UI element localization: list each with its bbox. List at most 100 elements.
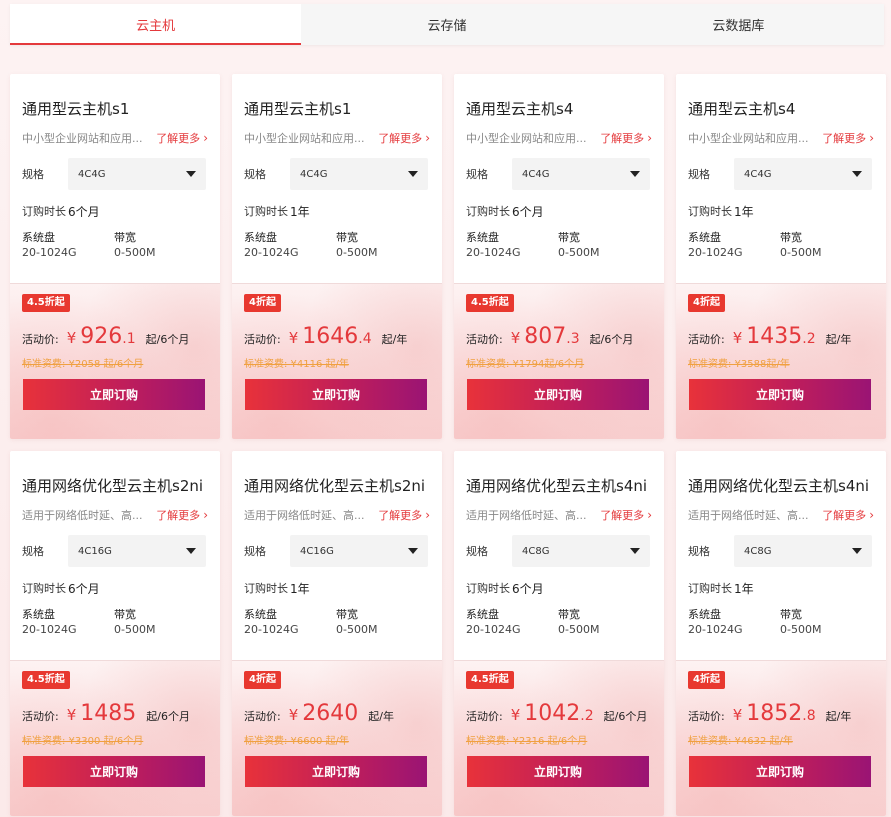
buy-now-button[interactable]: 立即订购 [245,379,427,410]
learn-more-link[interactable]: 了解更多 › [156,130,208,146]
disk-label: 系统盘 [466,608,499,621]
spec-value: 4C16G [300,545,334,557]
caret-down-icon [186,548,196,554]
desc-row: 适用于网络低时延、高... 了解更多 › [22,507,208,523]
price-row: 活动价: ¥ 1042 .2 起/6个月 [466,701,652,729]
learn-more-link[interactable]: 了解更多 › [600,130,652,146]
buy-now-button[interactable]: 立即订购 [467,379,649,410]
resource-row: 系统盘 20-1024G 带宽 0-500M [466,608,652,638]
price-panel: 4折起 活动价: ¥ 1646 .4 起/年 标准资费: ¥4116 起/年 立… [232,283,442,439]
price-period: 起/6个月 [146,710,190,723]
price-period: 起/年 [825,710,852,723]
learn-more-link[interactable]: 了解更多 › [822,507,874,523]
buy-now-button[interactable]: 立即订购 [23,756,205,787]
caret-down-icon [186,171,196,177]
price-period: 起/年 [825,333,852,346]
product-card: 通用型云主机s4 中小型企业网站和应用... 了解更多 › 规格 4C4G 订购… [454,74,664,439]
bandwidth-label: 带宽 [558,231,580,244]
spec-label: 规格 [22,545,44,558]
learn-more-link[interactable]: 了解更多 › [378,130,430,146]
price-period: 起/年 [381,333,408,346]
learn-more-link[interactable]: 了解更多 › [378,507,430,523]
duration-label: 订购时长 [466,205,510,218]
price-row: 活动价: ¥ 1435 .2 起/年 [688,324,874,352]
chevron-right-icon: › [647,131,652,145]
product-card: 通用型云主机s4 中小型企业网站和应用... 了解更多 › 规格 4C4G 订购… [676,74,886,439]
price-integer: 926 [80,324,123,349]
price-period: 起/6个月 [603,710,648,723]
standard-price: 标准资费: ¥6600 起/年 [244,736,349,747]
tab-cloud-host[interactable]: 云主机 [10,4,302,45]
currency-symbol: ¥ [288,329,299,347]
currency-symbol: ¥ [288,706,299,724]
bandwidth-label: 带宽 [336,608,358,621]
buy-now-button[interactable]: 立即订购 [23,379,205,410]
caret-down-icon [630,548,640,554]
learn-more-link[interactable]: 了解更多 › [822,130,874,146]
buy-now-button[interactable]: 立即订购 [245,756,427,787]
price-row: 活动价: ¥ 2640 起/年 [244,701,430,729]
disk-label: 系统盘 [688,231,721,244]
currency-symbol: ¥ [732,706,743,724]
spec-select[interactable]: 4C4G [512,158,650,190]
price-integer: 1485 [80,701,137,726]
spec-label: 规格 [22,168,44,181]
duration-value: 1年 [290,581,310,596]
learn-more-link[interactable]: 了解更多 › [156,507,208,523]
bandwidth-value: 0-500M [558,246,600,259]
price-integer: 1042 [524,701,581,726]
chevron-right-icon: › [647,508,652,522]
desc-row: 中小型企业网站和应用... 了解更多 › [466,130,652,146]
price-row: 活动价: ¥ 1852 .8 起/年 [688,701,874,729]
price-panel: 4.5折起 活动价: ¥ 807 .3 起/6个月 标准资费: ¥1794起/6… [454,283,664,439]
resource-row: 系统盘 20-1024G 带宽 0-500M [244,231,430,261]
price-panel: 4折起 活动价: ¥ 1852 .8 起/年 标准资费: ¥4632 起/年 立… [676,660,886,816]
bandwidth-value: 0-500M [780,623,822,636]
spec-label: 规格 [466,545,488,558]
price-label: 活动价: [244,333,281,346]
disk-value: 20-1024G [688,246,743,259]
product-card: 通用网络优化型云主机s4ni 适用于网络低时延、高... 了解更多 › 规格 4… [454,451,664,816]
spec-row: 规格 4C4G [466,158,652,190]
spec-value: 4C8G [522,545,550,557]
learn-more-link[interactable]: 了解更多 › [600,507,652,523]
spec-select[interactable]: 4C8G [734,535,872,567]
discount-badge: 4.5折起 [466,294,514,312]
bandwidth-label: 带宽 [114,608,136,621]
card-info: 通用型云主机s4 中小型企业网站和应用... 了解更多 › 规格 4C4G 订购… [454,74,664,283]
buy-now-button[interactable]: 立即订购 [467,756,649,787]
disk-value: 20-1024G [466,623,521,636]
spec-select[interactable]: 4C8G [512,535,650,567]
card-info: 通用网络优化型云主机s2ni 适用于网络低时延、高... 了解更多 › 规格 4… [232,451,442,660]
learn-more-label: 了解更多 [378,132,423,145]
bandwidth: 带宽 0-500M [336,231,428,261]
caret-down-icon [852,548,862,554]
spec-select[interactable]: 4C16G [290,535,428,567]
product-title: 通用网络优化型云主机s2ni [22,477,204,495]
spec-value: 4C4G [78,168,106,180]
bandwidth-value: 0-500M [114,623,156,636]
duration-row: 订购时长 1年 [688,203,874,219]
buy-now-button[interactable]: 立即订购 [689,379,871,410]
spec-select[interactable]: 4C4G [734,158,872,190]
spec-select[interactable]: 4C4G [68,158,206,190]
spec-row: 规格 4C4G [688,158,874,190]
price-row: 活动价: ¥ 1485 起/6个月 [22,701,208,729]
buy-now-button[interactable]: 立即订购 [689,756,871,787]
spec-select[interactable]: 4C4G [290,158,428,190]
learn-more-label: 了解更多 [822,132,867,145]
bandwidth-label: 带宽 [336,231,358,244]
desc-row: 适用于网络低时延、高... 了解更多 › [466,507,652,523]
spec-value: 4C4G [744,168,772,180]
price-decimal: .1 [122,331,136,347]
spec-value: 4C4G [300,168,328,180]
tab-cloud-database[interactable]: 云数据库 [593,4,884,45]
duration-row: 订购时长 6个月 [466,580,652,596]
tab-cloud-storage[interactable]: 云存储 [301,4,592,45]
system-disk: 系统盘 20-1024G [688,231,780,261]
product-description: 中小型企业网站和应用... [688,132,809,145]
product-description: 适用于网络低时延、高... [244,509,365,522]
card-info: 通用网络优化型云主机s4ni 适用于网络低时延、高... 了解更多 › 规格 4… [676,451,886,660]
spec-select[interactable]: 4C16G [68,535,206,567]
standard-price: 标准资费: ¥1794起/6个月 [466,359,585,370]
